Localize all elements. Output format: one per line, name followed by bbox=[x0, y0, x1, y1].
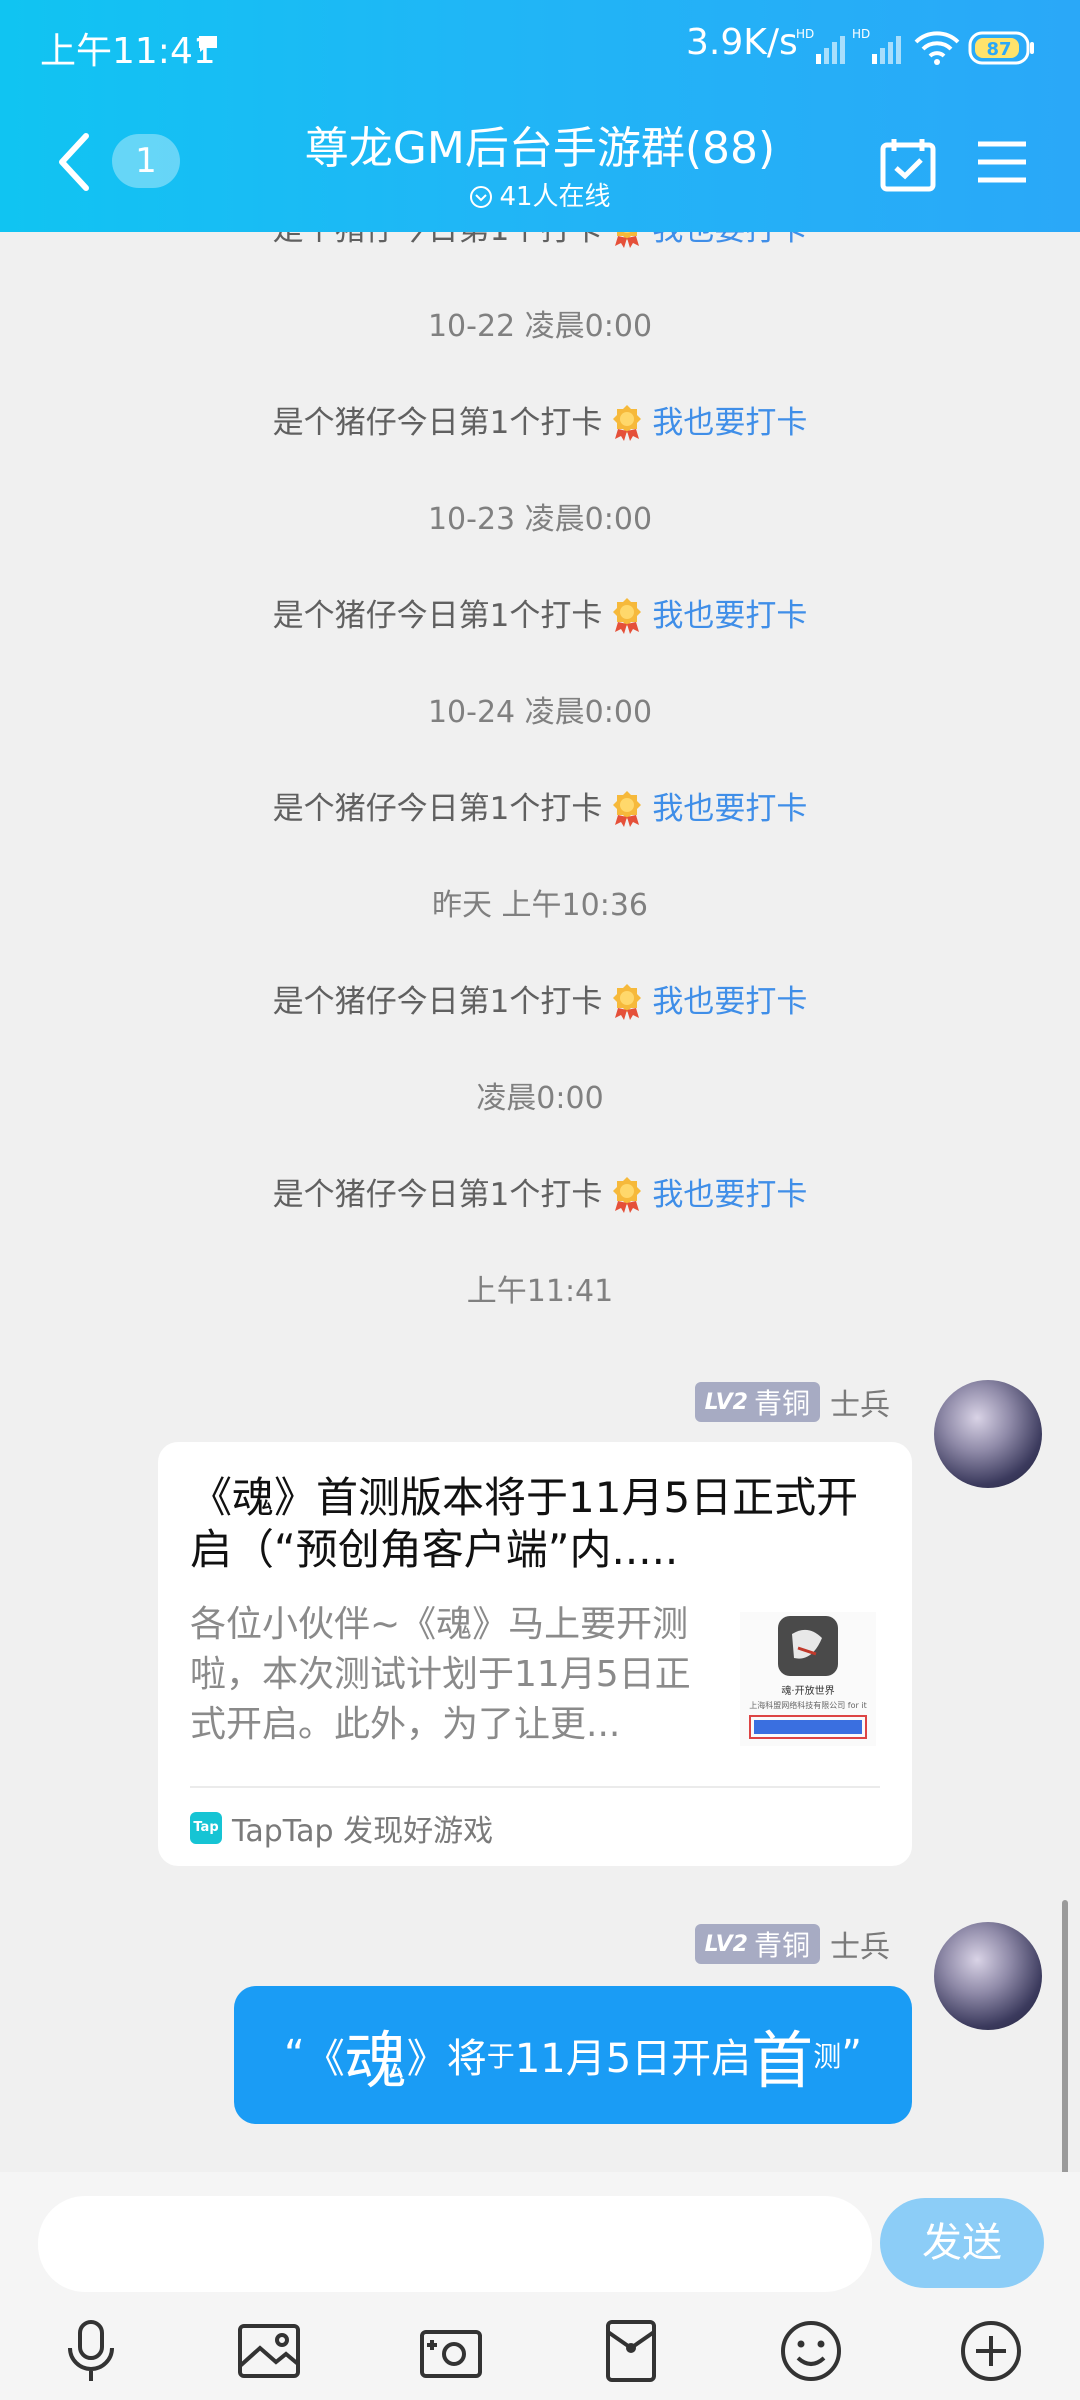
wifi-icon bbox=[914, 31, 960, 65]
plus-icon[interactable] bbox=[958, 2318, 1024, 2384]
level-badge: LV2 青铜 bbox=[694, 1382, 820, 1422]
microphone-icon[interactable] bbox=[58, 2318, 124, 2384]
checkin-notice: 是个猪仔今日第1个打卡 我也要打卡 bbox=[0, 783, 1080, 828]
signal-1-label: HD bbox=[796, 27, 814, 41]
red-packet-icon[interactable] bbox=[598, 2318, 664, 2384]
checkin-notice: 是个猪仔今日第1个打卡 我也要打卡 bbox=[0, 1169, 1080, 1214]
battery-icon: 87 bbox=[968, 31, 1034, 65]
checkin-link[interactable]: 我也要打卡 bbox=[652, 984, 807, 1020]
shared-link-card[interactable]: 《魂》首测版本将于11月5日正式开启（“预创角客户端”内..... 各位小伙伴~… bbox=[158, 1442, 912, 1866]
message-input[interactable] bbox=[38, 2196, 872, 2292]
card-description: 各位小伙伴~《魂》马上要开测啦，本次测试计划于11月5日正式开启。此外，为了让更… bbox=[190, 1604, 691, 1745]
timestamp: 10-24 凌晨0:00 bbox=[427, 694, 653, 730]
rank-title: 士兵 bbox=[830, 1388, 890, 1423]
checkin-link[interactable]: 我也要打卡 bbox=[652, 1177, 807, 1213]
card-divider bbox=[190, 1786, 880, 1788]
battery-level: 87 bbox=[986, 39, 1011, 60]
checkin-text: 是个猪仔今日第1个打卡 bbox=[272, 405, 603, 441]
send-button[interactable]: 发送 bbox=[880, 2198, 1044, 2288]
checkin-text: 是个猪仔今日第1个打卡 bbox=[272, 791, 603, 827]
message-bubble[interactable]: “《魂》将于 11月5日 开启首测” bbox=[234, 1986, 912, 2124]
gold-medal-icon bbox=[613, 598, 642, 634]
avatar[interactable] bbox=[934, 1922, 1042, 2030]
checkin-notice: 是个猪仔今日第1个打卡 我也要打卡 bbox=[0, 976, 1080, 1021]
timestamp: 10-23 凌晨0:00 bbox=[427, 501, 653, 537]
scrollbar[interactable] bbox=[1062, 1900, 1068, 2172]
gold-medal-icon bbox=[613, 405, 642, 441]
checkin-notice: 是个猪仔今日第1个打卡 我也要打卡 bbox=[0, 232, 1080, 249]
checkin-link[interactable]: 我也要打卡 bbox=[652, 598, 807, 634]
chat-area[interactable]: 是个猪仔今日第1个打卡我也要打卡10-22 凌晨0:00是个猪仔今日第1个打卡我… bbox=[0, 232, 1080, 2172]
timestamp: 昨天 上午10:36 bbox=[432, 887, 648, 923]
online-count-label: 41人在线 bbox=[499, 182, 611, 212]
signal-1-icon: HD bbox=[796, 27, 845, 64]
status-bar: 上午11:41 3.9K/s HD HD 87 bbox=[0, 0, 1080, 96]
gold-medal-icon bbox=[613, 984, 642, 1020]
notification-bubble-icon bbox=[199, 36, 217, 52]
timestamp: 10-22 凌晨0:00 bbox=[427, 308, 653, 344]
top-bar: 上午11:41 3.9K/s HD HD 87 1 尊龙GM后台手游群(88) bbox=[0, 0, 1080, 232]
rank-title: 士兵 bbox=[830, 1930, 890, 1965]
input-bar: 发送 bbox=[0, 2172, 1080, 2400]
checkin-notice: 是个猪仔今日第1个打卡 我也要打卡 bbox=[0, 397, 1080, 442]
level-badge: LV2 青铜 bbox=[694, 1924, 820, 1964]
sender-meta-2: LV2 青铜 士兵 bbox=[694, 1922, 890, 1966]
image-icon[interactable] bbox=[236, 2318, 302, 2384]
timestamp: 上午11:41 bbox=[466, 1273, 614, 1309]
card-source: Tap TapTap 发现好游戏 bbox=[190, 1806, 493, 1850]
checkin-text: 是个猪仔今日第1个打卡 bbox=[272, 1177, 603, 1213]
gold-medal-icon bbox=[613, 791, 642, 827]
gold-medal-icon bbox=[613, 1177, 642, 1213]
signal-2-label: HD bbox=[852, 27, 870, 41]
checkin-text: 是个猪仔今日第1个打卡 bbox=[272, 984, 603, 1020]
emoji-icon[interactable] bbox=[778, 2318, 844, 2384]
thumb-caption: 魂·开放世界 bbox=[781, 1684, 834, 1697]
taptap-logo-icon: Tap bbox=[190, 1812, 222, 1844]
card-title: 《魂》首测版本将于11月5日正式开启（“预创角客户端”内..... bbox=[190, 1473, 859, 1574]
thumb-sub: 上海科盟网络科技有限公司 for it bbox=[749, 1700, 866, 1710]
checkin-calendar-icon[interactable] bbox=[880, 136, 936, 192]
camera-icon[interactable] bbox=[418, 2318, 484, 2384]
network-speed: 3.9K/s bbox=[686, 22, 798, 63]
online-check-icon bbox=[470, 186, 493, 208]
timestamp: 凌晨0:00 bbox=[476, 1080, 604, 1116]
avatar[interactable] bbox=[934, 1380, 1042, 1488]
gold-medal-icon bbox=[615, 232, 640, 248]
checkin-link[interactable]: 我也要打卡 bbox=[652, 791, 807, 827]
card-source-label: TapTap 发现好游戏 bbox=[232, 1814, 494, 1849]
checkin-link[interactable]: 我也要打卡 bbox=[652, 232, 807, 248]
checkin-text: 是个猪仔今日第1个打卡 bbox=[272, 598, 603, 634]
card-thumbnail: 魂·开放世界 上海科盟网络科技有限公司 for it bbox=[740, 1612, 876, 1746]
checkin-notice: 是个猪仔今日第1个打卡 我也要打卡 bbox=[0, 590, 1080, 635]
signal-2-icon: HD bbox=[852, 27, 901, 64]
menu-icon[interactable] bbox=[976, 140, 1028, 184]
status-time: 上午11:41 bbox=[40, 31, 216, 72]
checkin-text: 是个猪仔今日第1个打卡 bbox=[273, 232, 603, 248]
sender-meta-1: LV2 青铜 士兵 bbox=[694, 1380, 890, 1424]
checkin-link[interactable]: 我也要打卡 bbox=[652, 405, 807, 441]
